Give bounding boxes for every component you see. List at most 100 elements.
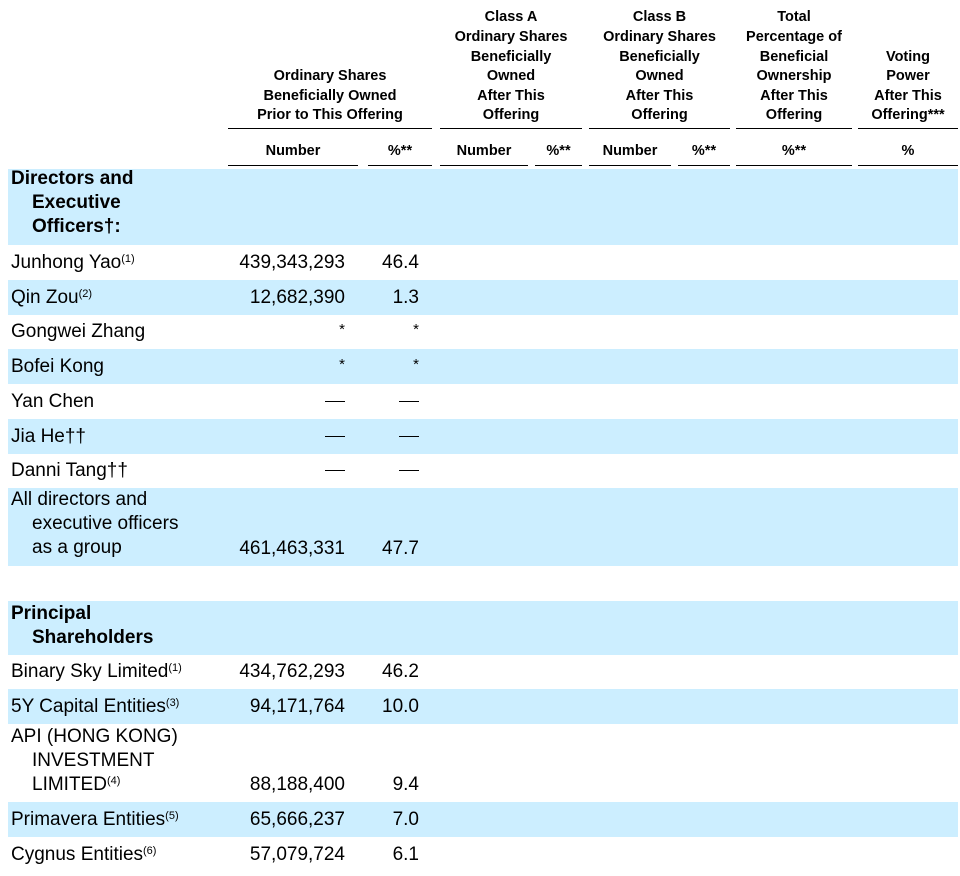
header-voting-power: Voting Power After This Offering*** xyxy=(858,8,958,126)
header-line: Percentage of xyxy=(746,29,842,46)
header-line: Voting xyxy=(885,48,931,65)
header-line: Offering xyxy=(482,107,540,124)
row-band xyxy=(8,169,958,245)
header-prior-offering: Ordinary Shares Beneficially Owned Prior t… xyxy=(228,30,432,126)
cell-percent: 9.4 xyxy=(392,774,419,795)
row-name-text: Binary Sky Limited xyxy=(11,661,169,682)
section-title-directors: Directors and Executive Officers†: xyxy=(11,167,133,239)
subheader-class-b-number: Number xyxy=(602,143,658,159)
header-line: Beneficially Owned xyxy=(263,87,397,104)
header-line: Owned xyxy=(635,68,684,85)
header-line: Power xyxy=(886,68,930,85)
subheader-underline xyxy=(736,165,852,166)
row-name-line: LIMITED(4) xyxy=(11,773,178,797)
cell-percent: 47.7 xyxy=(382,538,419,559)
section-line: Shareholders xyxy=(32,627,154,648)
section-title-principal: Principal Shareholders xyxy=(11,602,153,650)
cell-number: 434,762,293 xyxy=(239,661,345,682)
header-line: Offering*** xyxy=(871,107,945,124)
header-underline xyxy=(858,128,958,129)
cell-percent xyxy=(360,459,419,483)
em-dash xyxy=(325,401,345,403)
header-line: After This xyxy=(760,87,828,104)
header-line: Offering xyxy=(765,107,823,124)
row-name-line: API (HONG KONG) xyxy=(11,726,178,747)
row-name-text: Cygnus Entities xyxy=(11,844,144,865)
cell-percent: 10.0 xyxy=(382,696,419,717)
row-name: Primavera Entities(5) xyxy=(11,808,179,832)
cell-number: 57,079,724 xyxy=(249,844,345,865)
header-total-percentage: Total Percentage of Beneficial Ownership Aft… xyxy=(736,8,852,126)
row-name-text: Qin Zou xyxy=(11,287,79,308)
footnote-ref: (1) xyxy=(168,662,182,674)
subheader-underline xyxy=(589,165,671,166)
header-line: Ordinary Shares xyxy=(603,29,716,46)
group-line: as a group xyxy=(32,537,122,558)
cell-number: 65,666,237 xyxy=(249,809,345,830)
row-name: Junhong Yao(1) xyxy=(11,251,135,275)
row-name: Cygnus Entities(6) xyxy=(11,843,156,867)
cell-percent: 46.2 xyxy=(382,661,419,682)
row-name-text: Primavera Entities xyxy=(11,809,166,830)
group-line: executive officers xyxy=(32,513,179,534)
footnote-ref: (3) xyxy=(165,697,180,709)
cell-percent: * xyxy=(413,356,419,373)
row-band xyxy=(8,349,958,384)
header-line: Class A xyxy=(484,9,538,26)
header-line: Beneficial xyxy=(759,48,829,65)
header-class-a: Class A Ordinary Shares Beneficially Owned A… xyxy=(440,8,582,126)
footnote-ref: (1) xyxy=(121,253,135,265)
row-name: API (HONG KONG) INVESTMENT LIMITED(4) xyxy=(11,725,178,797)
subheader-prior-number: Number xyxy=(265,143,321,159)
subheader-prior-percent: %** xyxy=(387,143,413,159)
subheader-total-percent: %** xyxy=(781,143,807,159)
row-name-text: Junhong Yao xyxy=(11,252,122,273)
section-line: Executive xyxy=(32,192,121,213)
cell-number: 461,463,331 xyxy=(239,538,345,559)
cell-number: 12,682,390 xyxy=(249,287,345,308)
cell-percent xyxy=(360,425,419,449)
cell-number: 439,343,293 xyxy=(239,252,345,273)
header-line: After This xyxy=(625,87,694,104)
em-dash xyxy=(399,436,419,438)
row-name: Gongwei Zhang xyxy=(11,321,146,342)
header-line: Ownership xyxy=(756,68,832,85)
header-line: Prior to This Offering xyxy=(257,107,403,124)
subheader-class-b-percent: %** xyxy=(691,143,717,159)
row-name-line: INVESTMENT xyxy=(32,750,155,771)
header-line: Owned xyxy=(486,68,536,85)
header-line: Beneficially xyxy=(619,48,700,65)
cell-number: * xyxy=(339,321,345,338)
header-underline xyxy=(589,128,730,129)
subheader-underline xyxy=(368,165,432,166)
cell-number: 94,171,764 xyxy=(249,696,345,717)
row-band xyxy=(8,419,958,454)
subheader-underline xyxy=(858,165,958,166)
footnote-ref: (6) xyxy=(143,845,157,857)
cell-number xyxy=(200,390,345,414)
section-line: Officers†: xyxy=(32,216,121,237)
header-underline xyxy=(736,128,852,129)
row-name-text: 5Y Capital Entities xyxy=(11,696,166,717)
subheader-class-a-percent: %** xyxy=(546,143,571,159)
footnote-ref: (5) xyxy=(165,810,179,822)
em-dash xyxy=(325,436,345,438)
header-line: Ordinary Shares xyxy=(273,68,387,85)
subheader-underline xyxy=(440,165,528,166)
header-line: After This xyxy=(477,87,545,104)
group-name: All directors and executive officers as … xyxy=(11,488,178,560)
footnote-ref: (4) xyxy=(106,775,121,787)
header-underline xyxy=(440,128,582,129)
header-line: Total xyxy=(777,9,811,26)
subheader-underline xyxy=(535,165,582,166)
row-name: Binary Sky Limited(1) xyxy=(11,660,182,684)
row-name: Yan Chen xyxy=(11,391,95,412)
subheader-underline xyxy=(228,165,358,166)
cell-percent: * xyxy=(413,321,419,338)
em-dash xyxy=(399,401,419,403)
row-name: Danni Tang†† xyxy=(11,460,128,481)
cell-percent: 7.0 xyxy=(392,809,419,830)
cell-percent: 1.3 xyxy=(392,287,419,308)
cell-number: * xyxy=(339,356,345,373)
header-line: Offering xyxy=(631,107,688,124)
